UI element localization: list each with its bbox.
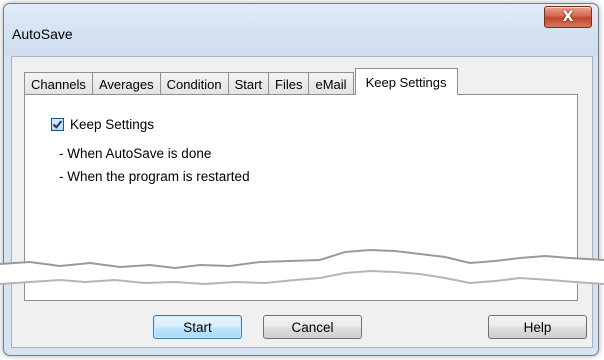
close-button[interactable]: X [544, 6, 592, 28]
note-autosave-done: - When AutoSave is done [59, 146, 212, 161]
torn-edge-effect [0, 248, 604, 286]
cancel-button[interactable]: Cancel [263, 315, 362, 339]
keep-settings-checkbox-row[interactable]: Keep Settings [51, 117, 154, 132]
keep-settings-checkbox[interactable] [51, 118, 64, 131]
tab-email[interactable]: eMail [308, 72, 354, 95]
help-button[interactable]: Help [488, 315, 587, 339]
start-button[interactable]: Start [153, 315, 242, 339]
tab-start[interactable]: Start [227, 72, 270, 95]
tab-averages[interactable]: Averages [91, 72, 161, 95]
tab-keep-settings[interactable]: Keep Settings [354, 68, 458, 95]
tab-strip: Channels Averages Condition Start Files … [24, 67, 458, 95]
close-icon: X [562, 9, 574, 25]
tab-files[interactable]: Files [268, 72, 310, 95]
tab-channels[interactable]: Channels [24, 72, 93, 95]
window-title: AutoSave [12, 26, 73, 42]
keep-settings-checkbox-label[interactable]: Keep Settings [70, 117, 154, 132]
title-bar[interactable]: AutoSave X [4, 4, 598, 56]
tab-condition[interactable]: Condition [159, 72, 229, 95]
note-program-restarted: - When the program is restarted [59, 169, 250, 184]
